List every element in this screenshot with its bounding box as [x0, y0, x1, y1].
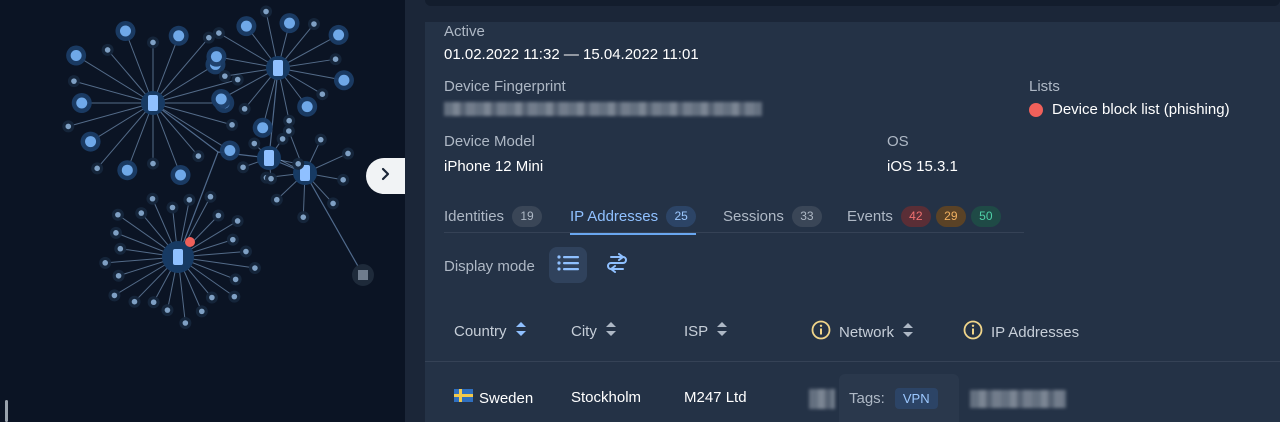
device-model-value: iPhone 12 Mini — [444, 158, 544, 175]
chevron-right-icon — [380, 167, 392, 186]
table-row[interactable]: Sweden Stockholm M247 Ltd Tags: VPN — [425, 374, 1280, 422]
table-header-divider — [425, 361, 1280, 362]
group-view-button[interactable] — [598, 247, 636, 283]
ip-address-value-redacted — [970, 390, 1066, 408]
list-item-label: Device block list (phishing) — [1052, 101, 1230, 118]
events-orange-badge: 29 — [935, 206, 966, 227]
column-header-label: Country — [454, 322, 507, 340]
column-header-label: Network — [839, 323, 895, 341]
cell-country: Sweden — [454, 389, 533, 407]
sort-icon — [716, 320, 728, 342]
list-item-device-block[interactable]: Device block list (phishing) — [1029, 101, 1230, 118]
tab-label: Events — [847, 208, 893, 225]
sort-icon — [605, 320, 617, 342]
sweden-flag-icon — [454, 389, 473, 407]
tab-ip-addresses[interactable]: IP Addresses 25 — [570, 200, 697, 235]
device-model-label: Device Model — [444, 133, 535, 150]
device-details-card: Active 01.02.2022 11:32 — 15.04.2022 11:… — [425, 22, 1280, 422]
network-value-redacted — [809, 389, 835, 409]
column-header-label: ISP — [684, 322, 709, 340]
top-card-edge — [425, 0, 1280, 6]
tab-identities[interactable]: Identities 19 — [444, 200, 543, 233]
info-icon[interactable] — [811, 320, 831, 344]
fingerprint-label: Device Fingerprint — [444, 78, 566, 95]
tags-label: Tags: — [849, 389, 885, 407]
active-value: 01.02.2022 11:32 — 15.04.2022 11:01 — [444, 46, 699, 63]
device-details-main: Active 01.02.2022 11:32 — 15.04.2022 11:… — [405, 0, 1280, 422]
os-value: iOS 15.3.1 — [887, 158, 958, 175]
column-header-ip-addresses[interactable]: IP Addresses — [963, 320, 1079, 344]
list-view-button[interactable] — [549, 247, 587, 283]
info-icon[interactable] — [963, 320, 983, 344]
scrollbar-thumb[interactable] — [5, 400, 8, 422]
tab-sessions[interactable]: Sessions 33 — [723, 200, 822, 233]
os-label: OS — [887, 133, 909, 150]
column-header-isp[interactable]: ISP — [684, 320, 728, 342]
tab-label: Sessions — [723, 208, 784, 225]
column-header-country[interactable]: Country — [454, 320, 527, 342]
column-header-network[interactable]: Network — [811, 320, 914, 344]
count-badge: 33 — [791, 206, 822, 227]
tags-popover: Tags: VPN — [839, 374, 959, 422]
lists-label: Lists — [1029, 78, 1060, 95]
status-dot-icon — [1029, 102, 1043, 117]
country-value: Sweden — [479, 389, 534, 407]
events-green-badge: 50 — [970, 206, 1001, 227]
list-icon — [557, 254, 579, 276]
sort-icon — [515, 320, 527, 342]
column-header-label: IP Addresses — [991, 323, 1080, 341]
tab-events[interactable]: Events 42 29 50 — [847, 200, 1001, 233]
vpn-tag[interactable]: VPN — [894, 387, 938, 409]
cell-isp: M247 Ltd — [684, 389, 747, 406]
events-red-badge: 42 — [900, 206, 931, 227]
column-header-city[interactable]: City — [571, 320, 617, 342]
active-label: Active — [444, 23, 485, 40]
sort-icon — [902, 321, 914, 343]
count-badge: 19 — [512, 206, 543, 227]
count-badge: 25 — [666, 206, 697, 227]
network-graph-panel[interactable] — [0, 0, 405, 422]
fingerprint-value-redacted — [444, 102, 762, 116]
display-mode-label: Display mode — [444, 258, 535, 275]
tabs-divider — [444, 232, 1024, 233]
collapse-panel-button[interactable] — [366, 158, 405, 194]
column-header-label: City — [571, 322, 597, 340]
tab-label: IP Addresses — [570, 208, 659, 225]
swap-arrows-icon — [605, 252, 629, 278]
tab-label: Identities — [444, 208, 505, 225]
cell-city: Stockholm — [571, 389, 642, 406]
network-graph — [62, 5, 374, 330]
